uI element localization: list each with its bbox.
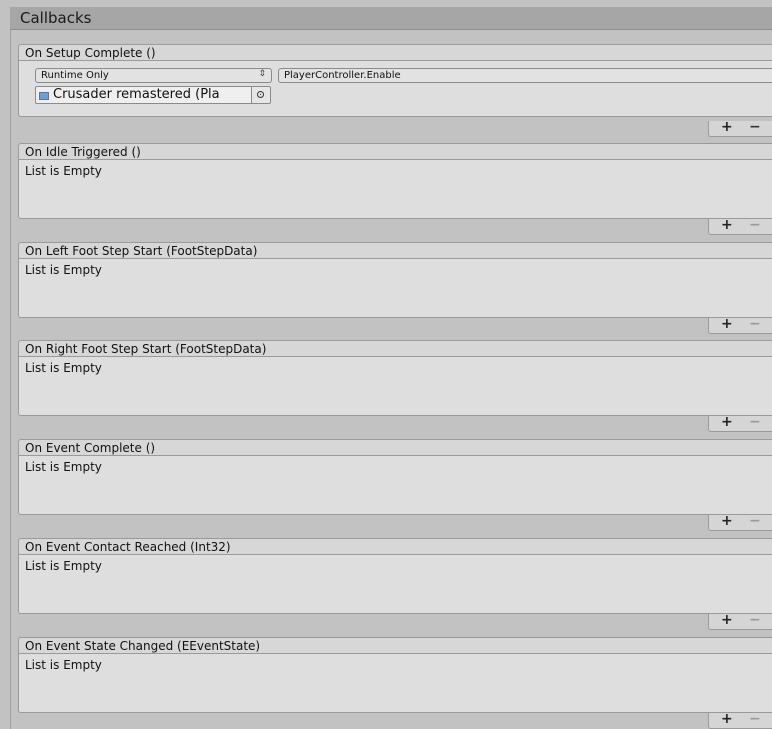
object-picker-button[interactable] (251, 86, 271, 104)
function-dropdown[interactable]: PlayerController.Enable ⇕ (278, 68, 772, 83)
event-title: On Setup Complete () (25, 46, 156, 60)
remove-listener-button[interactable]: − (749, 119, 761, 135)
list-footer: + − (708, 711, 772, 729)
event-title: On Event Complete () (25, 441, 156, 455)
event-title: On Idle Triggered () (25, 145, 141, 159)
add-listener-button[interactable]: + (721, 119, 733, 135)
remove-listener-button[interactable]: − (749, 414, 761, 430)
event-header: On Idle Triggered () (18, 143, 772, 160)
event-header: On Event Complete () (18, 439, 772, 456)
event-listener-list: Runtime Only ⇕ PlayerController.Enable ⇕… (18, 61, 772, 117)
target-object-field[interactable]: Crusader remastered (Pla (35, 86, 253, 104)
remove-listener-button[interactable]: − (749, 513, 761, 529)
empty-list-text: List is Empty (25, 658, 102, 672)
event-title: On Event Contact Reached (Int32) (25, 540, 231, 554)
remove-listener-button[interactable]: − (749, 711, 761, 727)
event-title: On Left Foot Step Start (FootStepData) (25, 244, 258, 258)
empty-list-text: List is Empty (25, 559, 102, 573)
add-listener-button[interactable]: + (721, 316, 733, 332)
add-listener-button[interactable]: + (721, 612, 733, 628)
empty-list-text: List is Empty (25, 164, 102, 178)
event-listener-list: List is Empty (18, 259, 772, 318)
event-header: On Left Foot Step Start (FootStepData) (18, 242, 772, 259)
event-header: On Event State Changed (EEventState) (18, 637, 772, 654)
event-header: On Setup Complete () (18, 44, 772, 61)
callbacks-header[interactable]: Callbacks (10, 7, 772, 30)
event-listener-list: List is Empty (18, 555, 772, 614)
dropdown-label: Runtime Only (41, 70, 109, 81)
remove-listener-button[interactable]: − (749, 612, 761, 628)
section-title: Callbacks (20, 9, 92, 27)
target-object-label: Crusader remastered (Pla (53, 87, 220, 102)
event-listener-list: List is Empty (18, 456, 772, 515)
runtime-mode-dropdown[interactable]: Runtime Only ⇕ (35, 68, 272, 83)
list-footer: + − (708, 119, 772, 137)
object-picker-icon (257, 91, 264, 98)
list-footer: + − (708, 612, 772, 630)
empty-list-text: List is Empty (25, 460, 102, 474)
event-title: On Right Foot Step Start (FootStepData) (25, 342, 267, 356)
add-listener-button[interactable]: + (721, 414, 733, 430)
list-footer: + − (708, 414, 772, 432)
event-listener-list: List is Empty (18, 160, 772, 219)
event-header: On Right Foot Step Start (FootStepData) (18, 340, 772, 357)
event-listener-list: List is Empty (18, 654, 772, 713)
empty-list-text: List is Empty (25, 263, 102, 277)
dropdown-label: PlayerController.Enable (284, 70, 401, 81)
event-header: On Event Contact Reached (Int32) (18, 538, 772, 555)
gameobject-icon (39, 92, 49, 100)
remove-listener-button[interactable]: − (749, 217, 761, 233)
empty-list-text: List is Empty (25, 361, 102, 375)
list-footer: + − (708, 513, 772, 531)
remove-listener-button[interactable]: − (749, 316, 761, 332)
dropdown-arrow-icon: ⇕ (258, 69, 266, 79)
event-title: On Event State Changed (EEventState) (25, 639, 261, 653)
add-listener-button[interactable]: + (721, 217, 733, 233)
add-listener-button[interactable]: + (721, 513, 733, 529)
add-listener-button[interactable]: + (721, 711, 733, 727)
event-listener-list: List is Empty (18, 357, 772, 416)
list-footer: + − (708, 316, 772, 334)
list-footer: + − (708, 217, 772, 235)
